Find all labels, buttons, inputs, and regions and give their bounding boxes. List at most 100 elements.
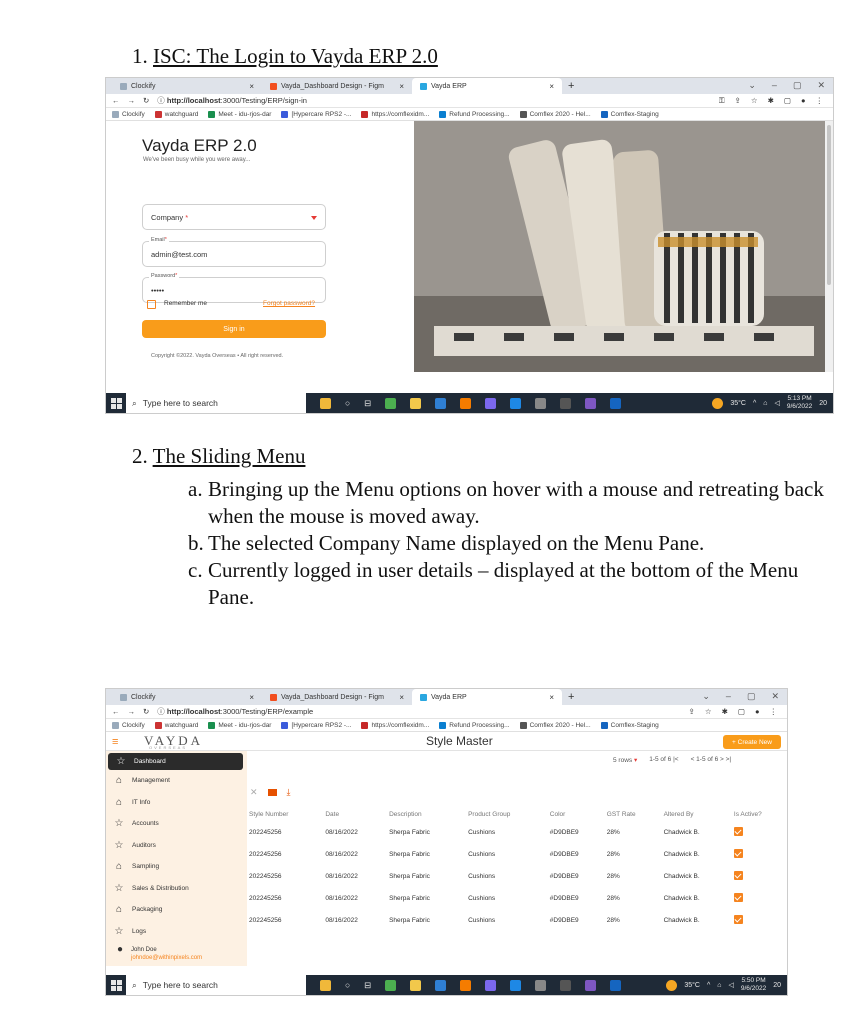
sidebar-icon[interactable]: ▢ <box>738 707 745 716</box>
bookmark-item[interactable]: Meet - idu-rjos-dar <box>208 110 271 118</box>
remember-checkbox[interactable] <box>147 300 156 309</box>
close-icon[interactable]: × <box>249 82 254 91</box>
bookmark-item[interactable]: Clockify <box>112 721 145 729</box>
active-checkbox[interactable] <box>733 892 743 902</box>
vscode-icon[interactable] <box>510 397 522 409</box>
bookmark-item[interactable]: Refund Processing... <box>439 721 510 729</box>
bookmark-item[interactable]: Clockify <box>112 110 145 118</box>
app-icon[interactable] <box>535 979 547 991</box>
sign-in-button[interactable]: Sign in <box>142 320 326 338</box>
cortana-icon[interactable]: ○ <box>345 398 350 408</box>
star-icon[interactable]: ☆ <box>705 707 712 716</box>
column-header[interactable]: Description <box>387 807 466 821</box>
chrome-icon[interactable] <box>385 979 397 991</box>
table-row[interactable]: 202245256 08/16/2022 Sherpa Fabric Cushions… <box>247 821 787 843</box>
windows-start-icon[interactable] <box>106 975 126 995</box>
sidebar-icon[interactable]: ▢ <box>784 96 791 106</box>
volume-icon[interactable]: ◁ <box>729 981 734 989</box>
reload-icon[interactable]: ↻ <box>143 96 149 105</box>
bookmark-item[interactable]: [Hypercare RPS2 -... <box>281 110 351 118</box>
sidebar-item-auditors[interactable]: ☆ Auditors <box>106 835 247 857</box>
tab-clockify[interactable]: Clockify × <box>112 78 262 94</box>
teams-icon[interactable] <box>485 397 497 409</box>
sidebar-item-sampling[interactable]: ⌂ Sampling <box>106 856 247 878</box>
sidebar-item-accounts[interactable]: ☆ Accounts <box>106 813 247 835</box>
table-row[interactable]: 202245256 08/16/2022 Sherpa Fabric Cushions… <box>247 909 787 931</box>
pager-first[interactable]: 1-5 of 6 |< <box>649 756 678 764</box>
download-icon[interactable]: ⤓ <box>287 787 291 798</box>
app-icon[interactable] <box>535 397 547 409</box>
close-icon[interactable]: × <box>549 82 554 91</box>
clock[interactable]: 5:50 PM 9/6/2022 <box>741 977 766 993</box>
column-header[interactable]: Color <box>548 807 605 821</box>
task-view-icon[interactable]: ⊟ <box>364 980 371 991</box>
tab-figma[interactable]: Vayda_Dashboard Design - Figm × <box>262 78 412 94</box>
close-icon[interactable]: × <box>249 693 254 702</box>
tab-vayda-erp[interactable]: Vayda ERP × <box>412 689 562 705</box>
new-tab-icon[interactable]: + <box>562 691 580 703</box>
maximize-icon[interactable]: ▢ <box>747 691 756 702</box>
word-icon[interactable] <box>610 397 622 409</box>
tab-vayda-erp[interactable]: Vayda ERP × <box>412 78 562 94</box>
app-icon[interactable] <box>320 397 331 409</box>
create-new-button[interactable]: + Create New <box>723 735 781 749</box>
url-field[interactable]: ⓘ http://localhost:3000/Testing/ERP/sign… <box>157 95 307 106</box>
share-icon[interactable]: ⇪ <box>689 707 695 716</box>
folder-icon[interactable] <box>410 979 422 991</box>
chrome-icon[interactable] <box>385 397 397 409</box>
minimize-icon[interactable]: – <box>726 691 731 702</box>
bookmark-item[interactable]: Refund Processing... <box>439 110 510 118</box>
app-icon[interactable] <box>435 397 447 409</box>
menu-icon[interactable]: ⋮ <box>770 707 778 716</box>
maximize-icon[interactable]: ▢ <box>793 80 802 91</box>
profile-icon[interactable]: ● <box>801 96 806 106</box>
minimize-icon[interactable]: – <box>772 80 777 91</box>
url-field[interactable]: ⓘ http://localhost:3000/Testing/ERP/exam… <box>157 706 313 717</box>
extensions-icon[interactable]: ✱ <box>722 707 728 716</box>
task-view-icon[interactable]: ⊟ <box>364 398 371 409</box>
tray-chevron-icon[interactable]: ^ <box>707 982 710 989</box>
close-window-icon[interactable]: ✕ <box>817 80 825 91</box>
menu-icon[interactable]: ⋮ <box>816 96 824 106</box>
back-icon[interactable]: ← <box>112 707 120 716</box>
folder-icon[interactable] <box>410 397 422 409</box>
share-icon[interactable]: ⇪ <box>735 96 741 106</box>
cortana-icon[interactable]: ○ <box>345 980 350 990</box>
column-header[interactable]: Product Group <box>466 807 548 821</box>
app-icon[interactable] <box>585 397 597 409</box>
close-icon[interactable]: × <box>399 82 404 91</box>
column-header[interactable]: Date <box>323 807 387 821</box>
key-icon[interactable]: ⚿ <box>719 96 725 106</box>
back-icon[interactable]: ← <box>112 96 120 105</box>
new-tab-icon[interactable]: + <box>562 80 580 92</box>
extensions-icon[interactable]: ✱ <box>768 96 774 106</box>
app-icon[interactable] <box>560 979 572 991</box>
column-header[interactable]: GST Rate <box>605 807 662 821</box>
bookmark-item[interactable]: Comflex-Staging <box>600 110 659 118</box>
notification-badge[interactable]: 20 <box>773 982 781 989</box>
bookmark-item[interactable]: https://comflexidm... <box>361 110 429 118</box>
vscode-icon[interactable] <box>510 979 522 991</box>
close-window-icon[interactable]: ✕ <box>771 691 779 702</box>
close-icon[interactable]: × <box>399 693 404 702</box>
tray-chevron-icon[interactable]: ^ <box>753 400 756 407</box>
hamburger-icon[interactable]: ≡ <box>112 736 118 748</box>
star-icon[interactable]: ☆ <box>751 96 758 106</box>
scrollbar[interactable] <box>825 121 833 372</box>
tab-figma[interactable]: Vayda_Dashboard Design - Figm × <box>262 689 412 705</box>
profile-icon[interactable]: ● <box>755 707 760 716</box>
column-header[interactable]: Is Active? <box>732 807 787 821</box>
active-checkbox[interactable] <box>733 914 743 924</box>
active-checkbox[interactable] <box>733 870 743 880</box>
chevron-down-icon[interactable]: ⌄ <box>702 691 710 702</box>
bookmark-item[interactable]: watchguard <box>154 110 198 118</box>
bookmark-item[interactable]: https://comflexidm... <box>361 721 429 729</box>
table-row[interactable]: 202245256 08/16/2022 Sherpa Fabric Cushions… <box>247 865 787 887</box>
close-icon[interactable]: × <box>549 693 554 702</box>
logged-in-user[interactable]: ● John Doe johndoe@withinpixels.com <box>106 942 247 962</box>
forward-icon[interactable]: → <box>128 707 136 716</box>
bookmark-item[interactable]: Meet - idu-rjos-dar <box>208 721 271 729</box>
column-header[interactable]: Style Number <box>247 807 323 821</box>
bookmark-item[interactable]: Comflex 2020 - Hel... <box>519 110 591 118</box>
bookmark-item[interactable]: Comflex 2020 - Hel... <box>519 721 591 729</box>
